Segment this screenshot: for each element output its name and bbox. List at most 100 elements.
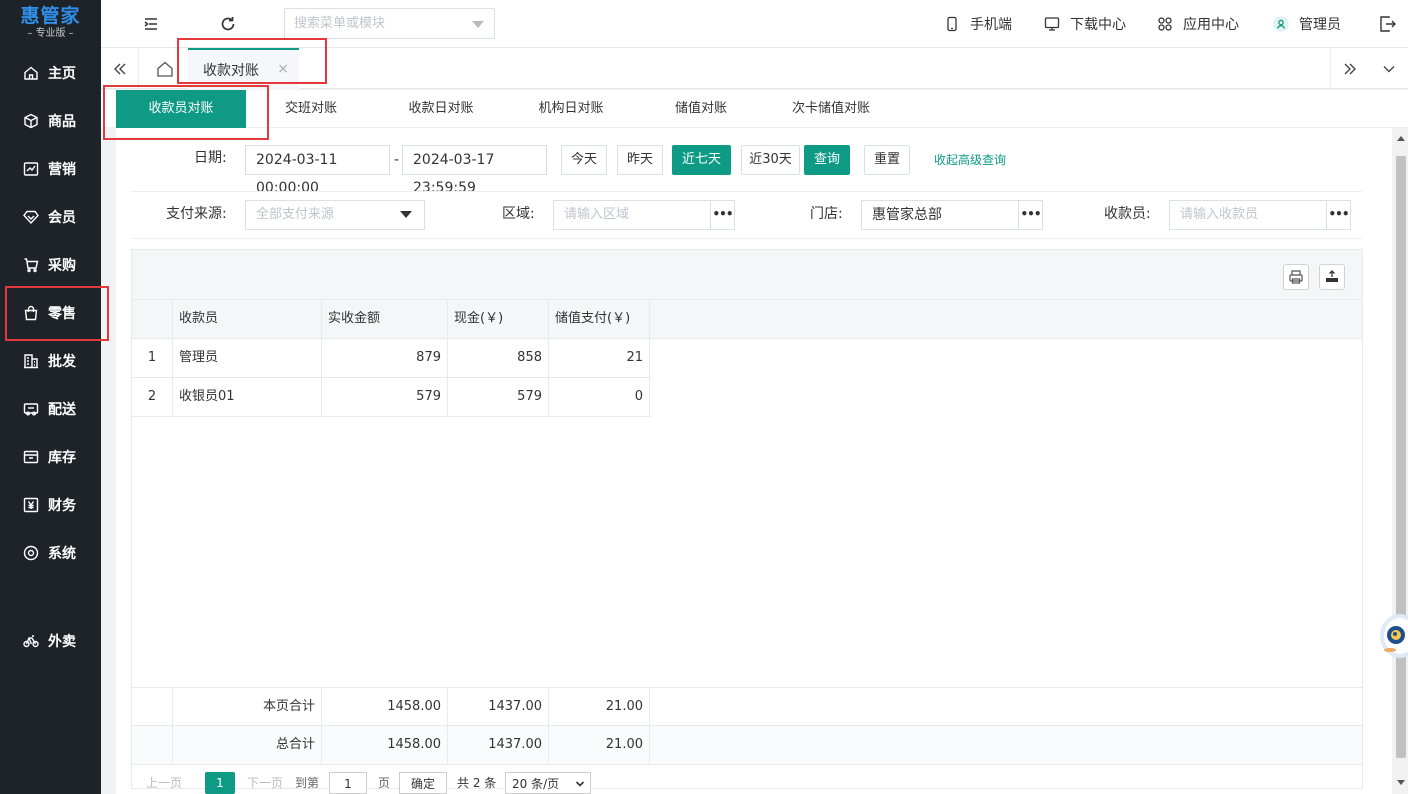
collapse-advanced-query-link[interactable]: 收起高级查询 <box>934 145 1006 175</box>
sidebar-item-member[interactable]: 会员 <box>0 197 101 237</box>
header-received[interactable]: 实收金额 <box>322 300 448 338</box>
chart-icon <box>23 162 39 176</box>
reset-button[interactable]: 重置 <box>864 145 910 175</box>
table-row[interactable]: 1 管理员 879 858 21 <box>132 339 651 378</box>
cashier-name: 管理员 <box>173 339 322 377</box>
sidebar-item-label: 系统 <box>48 546 76 562</box>
store-label: 门店: <box>810 206 843 222</box>
tabs-scroll-left-button[interactable] <box>101 48 139 89</box>
subtab-org-daily-reconcile[interactable]: 机构日对账 <box>531 90 611 128</box>
more-icon[interactable]: ••• <box>1018 201 1042 229</box>
close-icon[interactable]: × <box>277 61 289 77</box>
menu-fold-icon[interactable] <box>141 14 161 34</box>
last-7-days-button[interactable]: 近七天 <box>672 145 731 175</box>
tab-receipt-reconcile[interactable]: 收款对账 × <box>188 48 299 89</box>
app-center-link[interactable]: 应用中心 <box>1157 14 1239 34</box>
mobile-label: 手机端 <box>970 17 1012 33</box>
region-input[interactable]: 请输入区域 ••• <box>553 200 735 230</box>
sidebar-item-wholesale[interactable]: 批发 <box>0 341 101 381</box>
sidebar-item-system[interactable]: 系统 <box>0 533 101 573</box>
current-page-button[interactable]: 1 <box>205 772 235 794</box>
sidebar-item-takeout[interactable]: 外卖 <box>0 621 101 661</box>
sidebar-item-label: 批发 <box>48 354 76 370</box>
store-input[interactable]: 惠管家总部 ••• <box>861 200 1043 230</box>
goto-confirm-button[interactable]: 确定 <box>399 772 447 794</box>
page-size-value: 20 条/页 <box>512 777 560 791</box>
bag-icon <box>24 305 38 321</box>
subtab-stored-value-reconcile[interactable]: 储值对账 <box>661 90 741 128</box>
sidebar-item-delivery[interactable]: 配送 <box>0 389 101 429</box>
print-button[interactable] <box>1283 264 1309 290</box>
home-tab[interactable] <box>145 48 185 89</box>
subtab-card-stored-value-reconcile[interactable]: 次卡储值对账 <box>786 90 876 128</box>
header-cashier[interactable]: 收款员 <box>173 300 322 338</box>
sidebar-item-inventory[interactable]: 库存 <box>0 437 101 477</box>
sidebar-item-label: 营销 <box>48 162 76 178</box>
mobile-link[interactable]: 手机端 <box>944 14 1012 34</box>
logo[interactable]: 惠管家 – 专业版 – <box>0 0 101 48</box>
assistant-robot-icon[interactable] <box>1376 606 1408 664</box>
header-cash[interactable]: 现金(￥) <box>448 300 549 338</box>
sidebar-item-finance[interactable]: 财务 <box>0 485 101 525</box>
scroll-up-arrow-icon[interactable] <box>1397 136 1405 141</box>
refresh-icon[interactable] <box>218 14 238 34</box>
sidebar-item-goods[interactable]: 商品 <box>0 101 101 141</box>
cashier-placeholder: 请输入收款员 <box>1180 207 1259 222</box>
diamond-icon <box>23 210 39 225</box>
sidebar-item-label: 商品 <box>48 114 76 130</box>
table-header-row: 收款员 实收金额 现金(￥) 储值支付(￥) <box>132 300 1362 339</box>
export-button[interactable] <box>1319 264 1345 290</box>
stored-value-amount: 21 <box>549 339 650 377</box>
subtab-shift-reconcile[interactable]: 交班对账 <box>271 90 351 128</box>
filter-divider <box>130 191 1362 192</box>
more-icon[interactable]: ••• <box>710 201 734 229</box>
scroll-down-arrow-icon[interactable] <box>1397 780 1405 785</box>
page-total-cash: 1437.00 <box>448 688 549 726</box>
cash-amount: 858 <box>448 339 549 377</box>
cashier-label: 收款员: <box>1104 206 1151 222</box>
home-icon <box>157 61 173 77</box>
pay-source-select[interactable]: 全部支付来源 <box>245 200 425 230</box>
today-button[interactable]: 今天 <box>561 145 607 175</box>
box-icon <box>24 113 38 129</box>
sidebar-item-retail[interactable]: 零售 <box>0 293 101 333</box>
cashier-input[interactable]: 请输入收款员 ••• <box>1169 200 1351 230</box>
grand-total-stored: 21.00 <box>549 726 650 764</box>
page-scrollbar[interactable] <box>1394 128 1408 794</box>
scrollbar-thumb[interactable] <box>1396 156 1406 758</box>
page-total-received: 1458.00 <box>322 688 448 726</box>
tabs-dropdown-button[interactable] <box>1370 48 1408 89</box>
sidebar-item-purchase[interactable]: 采购 <box>0 245 101 285</box>
table-row[interactable]: 2 收银员01 579 579 0 <box>132 378 651 417</box>
yesterday-button[interactable]: 昨天 <box>617 145 663 175</box>
sidebar-item-marketing[interactable]: 营销 <box>0 149 101 189</box>
logout-icon[interactable] <box>1377 14 1397 34</box>
received-amount: 879 <box>322 339 448 377</box>
user-menu[interactable]: 管理员 <box>1273 14 1341 34</box>
stored-value-amount: 0 <box>549 378 650 416</box>
download-center-link[interactable]: 下载中心 <box>1044 14 1126 34</box>
date-end-input[interactable]: 2024-03-17 23:59:59 <box>402 145 547 196</box>
more-icon[interactable]: ••• <box>1326 201 1350 229</box>
sidebar-item-home[interactable]: 主页 <box>0 53 101 93</box>
goto-page-input[interactable]: 1 <box>329 772 367 794</box>
last-30-days-button[interactable]: 近30天 <box>741 145 800 175</box>
next-page-button[interactable]: 下一页 <box>247 772 283 794</box>
tabs-scroll-right-button[interactable] <box>1330 48 1368 89</box>
subtab-daily-receipt-reconcile[interactable]: 收款日对账 <box>401 90 481 128</box>
sidebar-item-label: 零售 <box>48 306 76 322</box>
sidebar: 惠管家 – 专业版 – 主页 商品 营销 会员 采购 零售 批发 配送 库存 财… <box>0 0 101 794</box>
page-size-select[interactable]: 20 条/页 <box>505 772 591 794</box>
grand-total-row: 总合计 1458.00 1437.00 21.00 <box>132 726 1362 765</box>
cart-icon <box>24 258 39 273</box>
subtab-cashier-reconcile[interactable]: 收款员对账 <box>116 90 246 128</box>
prev-page-button[interactable]: 上一页 <box>146 772 182 794</box>
query-button[interactable]: 查询 <box>804 145 850 175</box>
grid-toolbar <box>132 250 1362 300</box>
menu-search-select[interactable]: 搜索菜单或模块 <box>284 8 495 39</box>
sidebar-item-label: 外卖 <box>48 634 76 650</box>
double-chevron-left-icon <box>113 63 125 74</box>
header-stored-value[interactable]: 储值支付(￥) <box>549 300 650 338</box>
user-name: 管理员 <box>1299 17 1341 33</box>
date-start-input[interactable]: 2024-03-11 00:00:00 <box>245 145 390 196</box>
